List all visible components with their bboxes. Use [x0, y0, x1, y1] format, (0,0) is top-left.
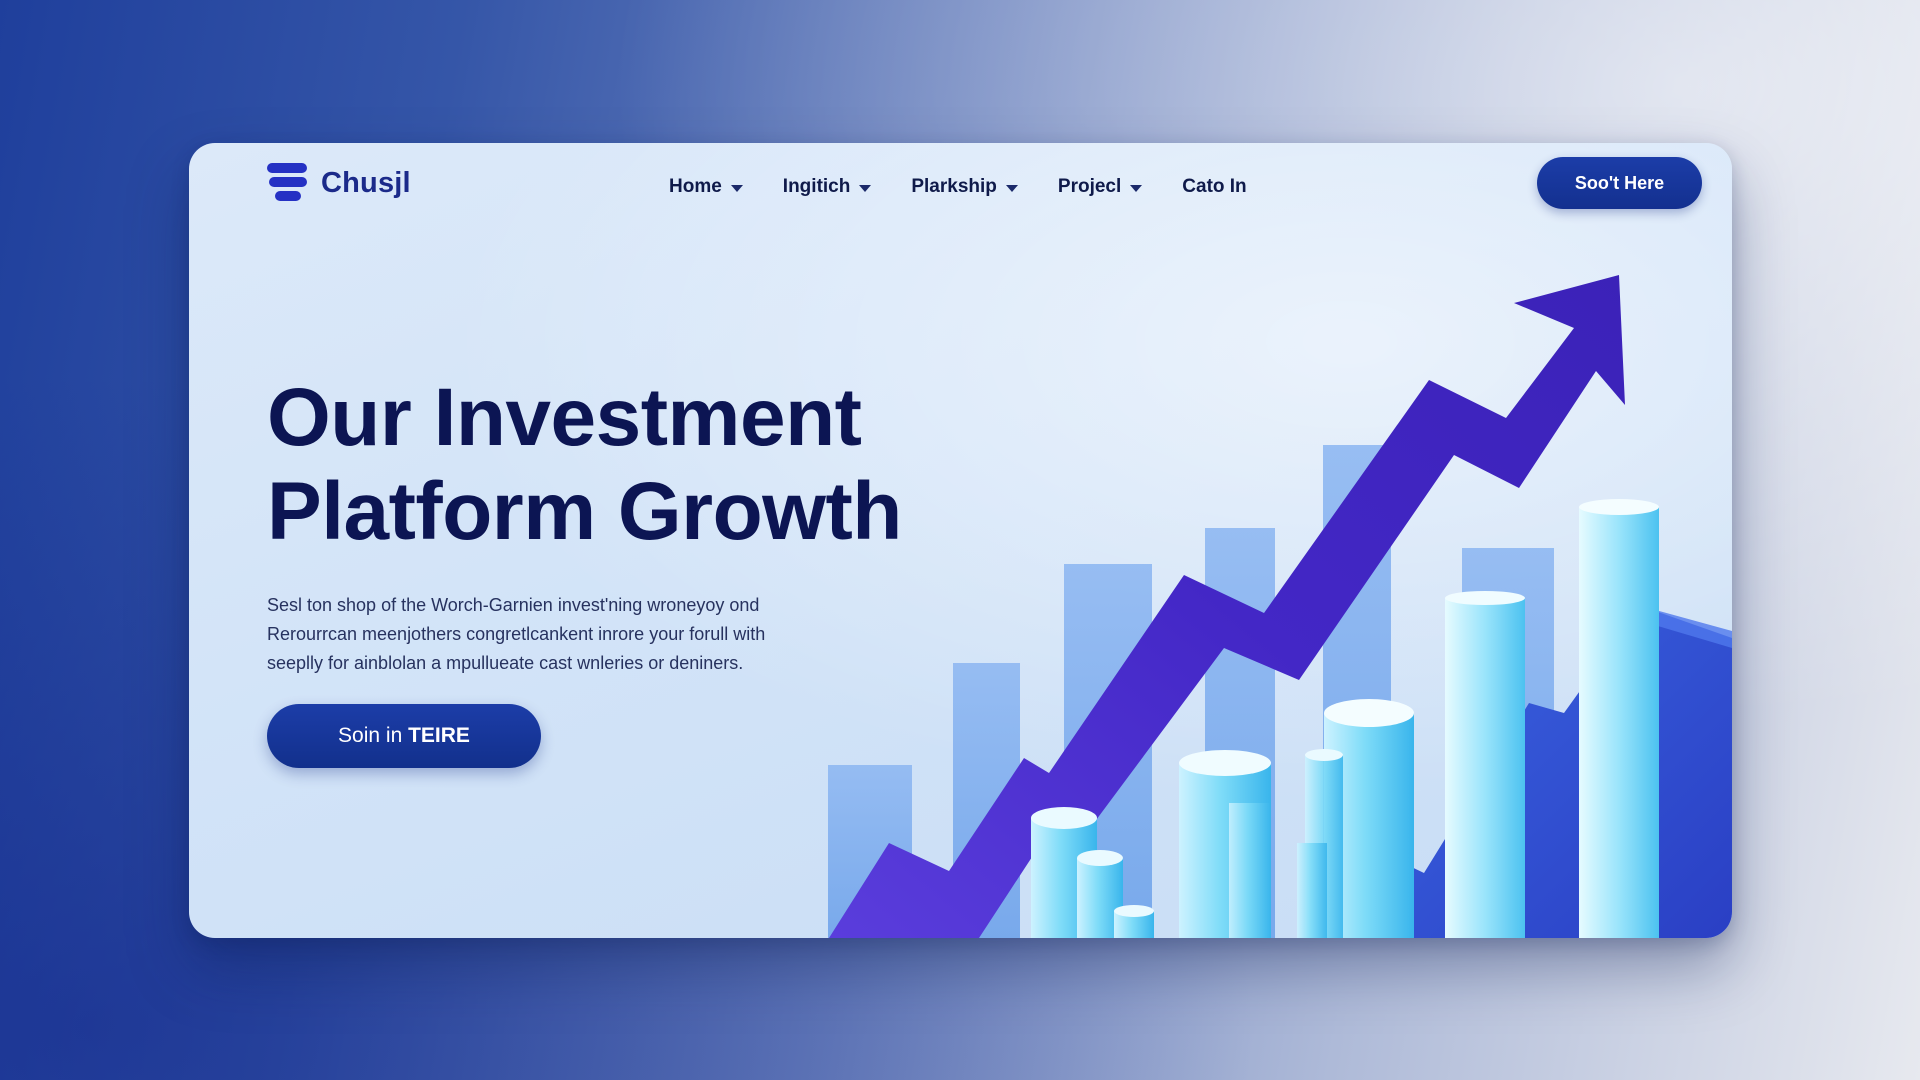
- mountain-ridge: [1641, 606, 1732, 648]
- hero-title-line: Our Investment: [267, 372, 862, 463]
- caret-down-icon: [730, 184, 743, 192]
- chart-bar: [953, 663, 1020, 938]
- nav-item-label: Plarkship: [911, 176, 997, 197]
- chart-bar: [828, 765, 912, 938]
- landing-page-window: Chusjl Home Ingitich Plarkship Projecl C…: [189, 143, 1732, 938]
- chart-cylinder: [1297, 843, 1327, 938]
- chart-bar: [1462, 548, 1554, 938]
- caret-down-icon: [1130, 184, 1143, 192]
- caret-down-icon: [859, 184, 872, 192]
- hero-cta-button[interactable]: Soin in TEIRE: [267, 704, 541, 768]
- brand-name: Chusjl: [321, 166, 411, 199]
- nav-item-ingitich[interactable]: Ingitich: [783, 167, 872, 207]
- nav-item-cato-in[interactable]: Cato In: [1182, 167, 1246, 207]
- chart-cylinder: [1579, 507, 1659, 938]
- nav-item-label: Home: [669, 176, 722, 197]
- hero-title: Our Investment Platform Growth: [267, 371, 1027, 559]
- chart-bar: [1205, 528, 1275, 938]
- hero-title-line: Platform Growth: [267, 466, 902, 557]
- hero-description-line: Rerourrcan meenjothers congretlcankent i…: [267, 624, 766, 644]
- chart-cylinder: [1114, 911, 1154, 938]
- hero-cta-label-emphasis: TEIRE: [408, 724, 470, 747]
- nav-menu: Home Ingitich Plarkship Projecl Cato In: [669, 167, 1287, 207]
- nav-item-plarkship[interactable]: Plarkship: [911, 167, 1018, 207]
- chart-cylinder: [1031, 818, 1097, 938]
- nav-item-label: Cato In: [1182, 176, 1247, 197]
- chart-cylinder: [1305, 755, 1343, 938]
- mountain-area: [1399, 606, 1732, 938]
- top-navigation: Chusjl Home Ingitich Plarkship Projecl C…: [189, 143, 1732, 233]
- nav-item-label: Projecl: [1057, 176, 1122, 197]
- hero-description-line: seeplly for ainblolan a mpullueate cast …: [267, 653, 744, 673]
- chart-bar: [1323, 445, 1391, 938]
- chart-cylinder: [1077, 858, 1123, 938]
- chart-cylinder: [1229, 803, 1271, 938]
- chart-cylinder: [1445, 598, 1525, 938]
- hero-description-line: Sesl ton shop of the Worch-Garnien inves…: [267, 595, 760, 615]
- nav-item-label: Ingitich: [782, 176, 851, 197]
- nav-item-home[interactable]: Home: [669, 167, 743, 207]
- chart-cylinder: [1324, 713, 1414, 938]
- chart-cylinder: [1179, 763, 1271, 938]
- caret-down-icon: [1005, 184, 1018, 192]
- hero-description: Sesl ton shop of the Worch-Garnien inves…: [267, 591, 887, 678]
- nav-item-projecl[interactable]: Projecl: [1057, 167, 1143, 207]
- chart-bar: [1064, 564, 1152, 938]
- header-cta-button[interactable]: Soo't Here: [1537, 157, 1702, 209]
- hero-cta-label-prefix: Soin in: [338, 724, 409, 747]
- brand-logo[interactable]: Chusjl: [267, 163, 411, 203]
- stacked-bars-logo-icon: [267, 163, 307, 201]
